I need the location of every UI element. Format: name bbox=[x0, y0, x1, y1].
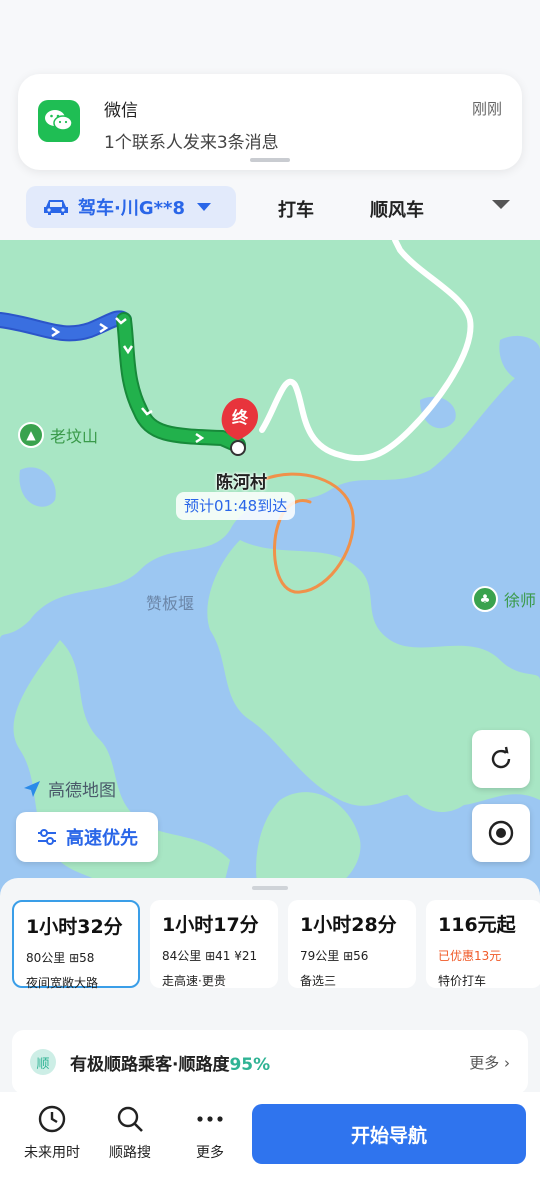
route-tag: 特价打车 bbox=[438, 974, 487, 988]
notification-handle[interactable] bbox=[250, 158, 290, 162]
water-label: 赞板堰 bbox=[146, 594, 195, 613]
more-modes-icon[interactable] bbox=[492, 200, 510, 209]
route-tag: 走高速·更贵 bbox=[162, 974, 226, 988]
amap-logo-icon bbox=[24, 780, 40, 797]
route-meta: 84公里 ⊞41 ¥21 bbox=[162, 949, 258, 963]
refresh-button[interactable] bbox=[472, 730, 530, 788]
poi-laofenshan[interactable]: ▲ 老坟山 bbox=[18, 422, 98, 448]
search-icon bbox=[117, 1106, 143, 1132]
notification-message: 1个联系人发来3条消息 bbox=[104, 133, 279, 153]
tab-taxi[interactable]: 打车 bbox=[278, 196, 314, 222]
more-label: 更多 bbox=[196, 1145, 224, 1161]
taxi-offer-card[interactable]: 116元起 已优惠13元 特价打车 bbox=[426, 900, 540, 988]
sheet-handle[interactable] bbox=[252, 886, 288, 890]
route-card-2[interactable]: 1小时17分 84公里 ⊞41 ¥21 走高速·更贵 bbox=[150, 900, 278, 988]
start-navigation-button[interactable]: 开始导航 bbox=[252, 1104, 526, 1164]
map-view[interactable]: 终 ▲ 老坟山 ♣ 徐师 陈河村 预计01:48到达 赞板堰 高德地图 高速优先 bbox=[0, 240, 540, 900]
notification-time: 刚刚 bbox=[471, 100, 502, 118]
map-canvas: 终 bbox=[0, 240, 540, 900]
carpool-badge-icon: 顺 bbox=[30, 1049, 56, 1075]
notification-title: 微信 bbox=[104, 101, 138, 121]
wechat-icon bbox=[38, 100, 80, 142]
destination-marker: 终 bbox=[232, 408, 249, 427]
tree-icon: ♣ bbox=[472, 586, 498, 612]
route-card-1[interactable]: 1小时32分 80公里 ⊞58 夜间宽敞大路 bbox=[12, 900, 140, 990]
poi-left-label: 老坟山 bbox=[50, 427, 99, 446]
map-logo: 高德地图 bbox=[22, 776, 116, 801]
taxi-price: 116元起 bbox=[438, 914, 516, 936]
route-meta: 80公里 ⊞58 bbox=[26, 951, 95, 965]
locate-icon bbox=[488, 820, 514, 846]
route-time: 1小时17分 bbox=[162, 914, 259, 936]
highway-preference-button[interactable]: 高速优先 bbox=[16, 812, 158, 862]
highway-preference-label: 高速优先 bbox=[66, 828, 138, 849]
future-time-label: 未来用时 bbox=[24, 1145, 80, 1161]
more-button[interactable]: 更多 bbox=[170, 1104, 250, 1162]
along-search-button[interactable]: 顺路搜 bbox=[90, 1104, 170, 1162]
suggestion-more-label: 更多 bbox=[469, 1053, 500, 1072]
taxi-discount: 已优惠13元 bbox=[438, 949, 502, 963]
locate-button[interactable] bbox=[472, 804, 530, 862]
poi-right-label: 徐师 bbox=[504, 591, 537, 610]
travel-mode-bar: 驾车·川G**8 打车 顺风车 bbox=[0, 180, 540, 240]
bottom-action-bar: 未来用时 顺路搜 更多 开始导航 bbox=[0, 1092, 540, 1188]
suggestion-text: 有极顺路乘客·顺路度95% bbox=[70, 1050, 270, 1075]
mountain-icon: ▲ bbox=[18, 422, 44, 448]
carpool-suggestion[interactable]: 顺 有极顺路乘客·顺路度95% 更多 › bbox=[12, 1030, 528, 1094]
future-time-button[interactable]: 未来用时 bbox=[12, 1104, 92, 1162]
along-search-label: 顺路搜 bbox=[109, 1145, 151, 1161]
route-tag: 夜间宽敞大路 bbox=[26, 976, 99, 990]
route-card-3[interactable]: 1小时28分 79公里 ⊞56 备选三 bbox=[288, 900, 416, 988]
eta-pill: 预计01:48到达 bbox=[176, 492, 296, 520]
chevron-down-icon bbox=[196, 203, 211, 211]
route-time: 1小时28分 bbox=[300, 914, 397, 936]
route-meta: 79公里 ⊞56 bbox=[300, 949, 369, 963]
clock-icon bbox=[38, 1105, 66, 1133]
more-dots-icon bbox=[197, 1116, 223, 1122]
drive-mode-label: 驾车·川G**8 bbox=[78, 198, 185, 219]
route-time: 1小时32分 bbox=[26, 916, 123, 938]
refresh-icon bbox=[491, 746, 511, 769]
drive-mode-selector[interactable]: 驾车·川G**8 bbox=[26, 186, 236, 228]
wechat-notification[interactable]: 微信 1个联系人发来3条消息 刚刚 bbox=[18, 74, 522, 170]
map-logo-text: 高德地图 bbox=[48, 781, 116, 801]
route-tag: 备选三 bbox=[300, 974, 337, 988]
sliders-icon bbox=[38, 829, 56, 845]
tab-carpool[interactable]: 顺风车 bbox=[370, 196, 424, 222]
top-area: 微信 1个联系人发来3条消息 刚刚 驾车·川G**8 打车 顺风车 bbox=[0, 0, 540, 240]
suggestion-percent: 95% bbox=[229, 1054, 271, 1075]
suggestion-more-link[interactable]: 更多 › bbox=[469, 1052, 510, 1073]
chevron-right-icon: › bbox=[504, 1053, 510, 1072]
poi-xushi[interactable]: ♣ 徐师 bbox=[472, 586, 536, 612]
destination-name: 陈河村 bbox=[216, 473, 267, 493]
suggestion-label: 有极顺路乘客·顺路度 bbox=[70, 1054, 230, 1075]
car-icon bbox=[44, 200, 68, 215]
